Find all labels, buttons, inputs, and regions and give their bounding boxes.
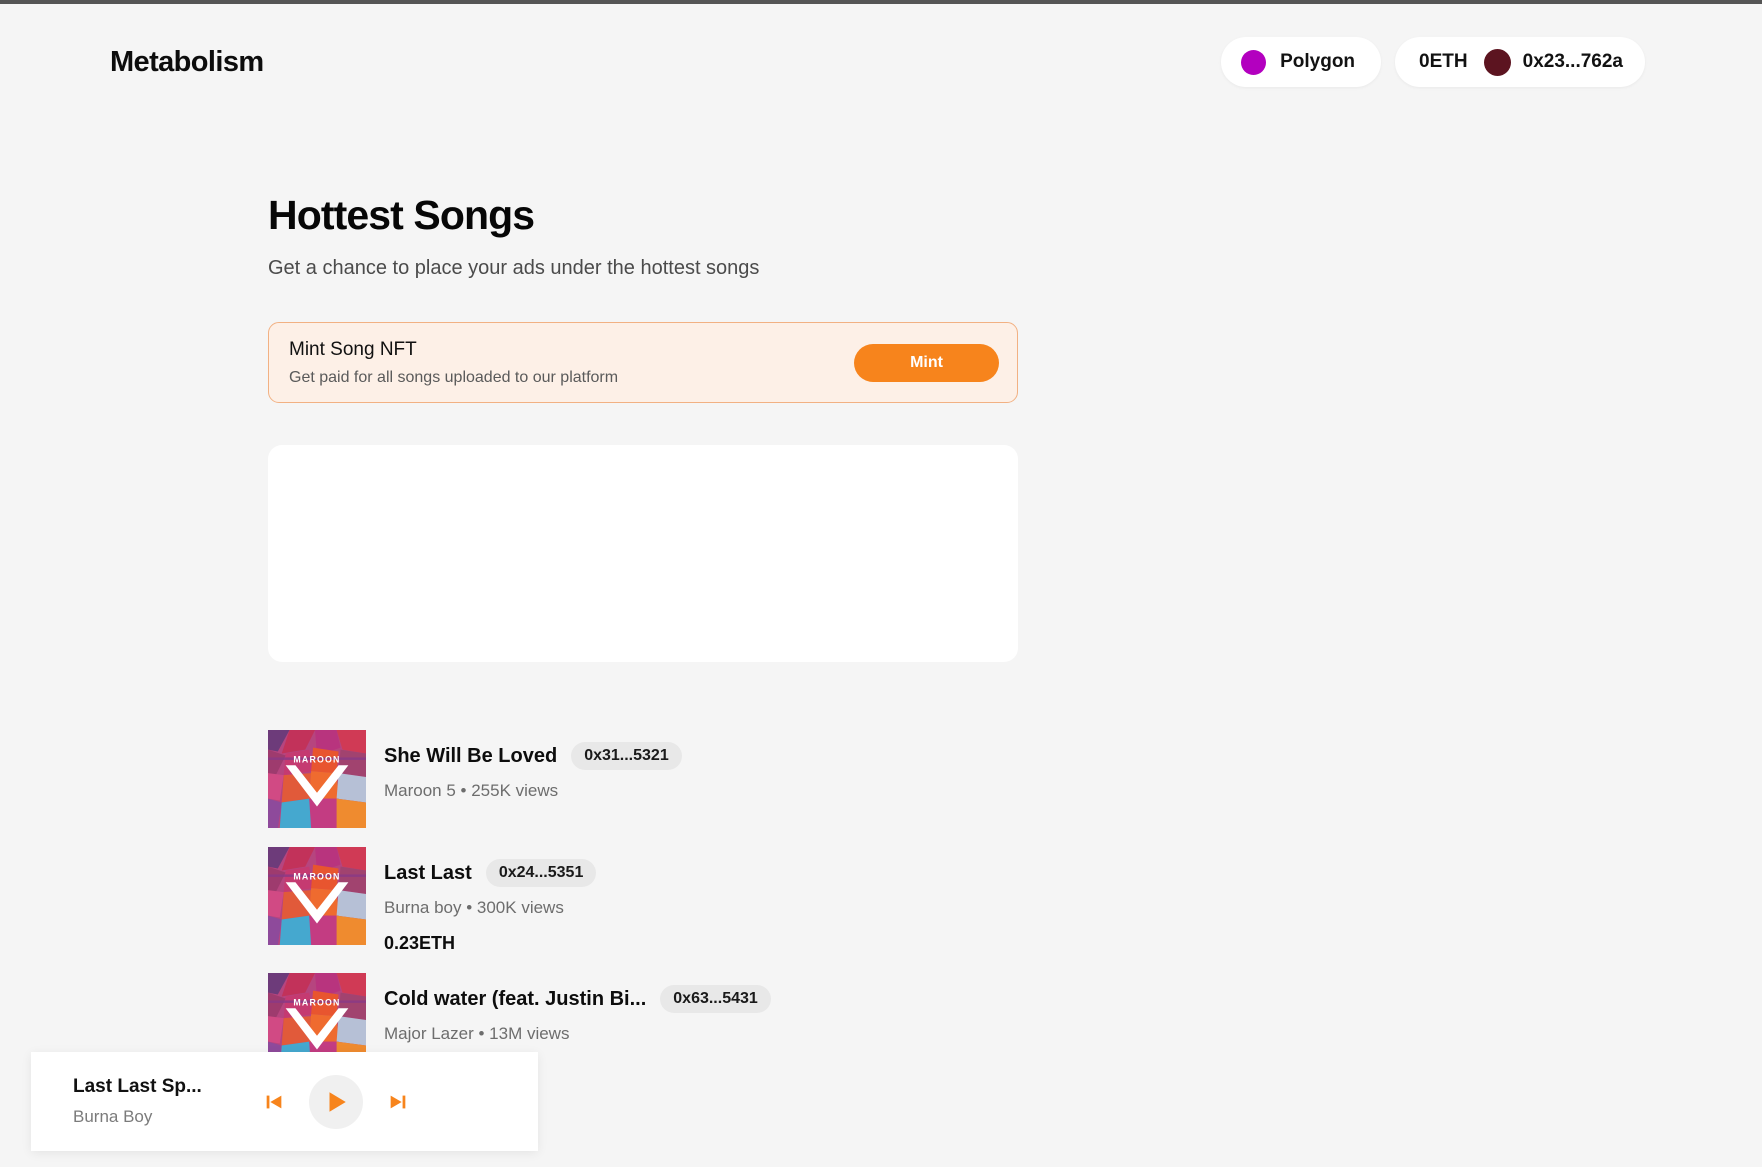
song-info: She Will Be Loved 0x31...5321 Maroon 5 •…: [384, 730, 682, 801]
song-list-item[interactable]: MAROON She Will Be Loved 0x31...5321 Mar…: [268, 730, 1028, 829]
svg-text:MAROON: MAROON: [293, 997, 340, 1007]
header-actions: Polygon 0ETH 0x23...762a: [1221, 37, 1720, 87]
song-list-item[interactable]: MAROON Last Last 0x24...5351 Burna boy •…: [268, 847, 1028, 954]
skip-next-icon[interactable]: [385, 1087, 411, 1117]
song-contract-badge[interactable]: 0x63...5431: [660, 985, 771, 1014]
wallet-avatar-icon: [1483, 48, 1511, 76]
skip-previous-icon[interactable]: [261, 1087, 287, 1117]
mint-song-nft-card: Mint Song NFT Get paid for all songs upl…: [268, 322, 1018, 404]
player-track-info: Last Last Sp... Burna Boy: [73, 1076, 261, 1127]
mint-card-description: Get paid for all songs uploaded to our p…: [289, 368, 619, 386]
wallet-address: 0x23...762a: [1522, 51, 1623, 72]
wallet-pill[interactable]: 0ETH 0x23...762a: [1395, 37, 1645, 87]
song-title: Cold water (feat. Justin Bi...: [384, 987, 647, 1010]
song-title-line: Last Last 0x24...5351: [384, 859, 597, 888]
player-track-artist: Burna Boy: [73, 1107, 153, 1126]
page-subtitle: Get a chance to place your ads under the…: [268, 257, 760, 280]
audio-player-bar: Last Last Sp... Burna Boy: [31, 1052, 538, 1151]
page-title: Hottest Songs: [268, 192, 535, 238]
ad-placeholder-panel: [268, 445, 1018, 663]
song-title: She Will Be Loved: [384, 744, 558, 767]
polygon-dot-icon: [1241, 49, 1267, 75]
play-icon[interactable]: [309, 1074, 363, 1129]
song-meta: Major Lazer • 13M views: [384, 1024, 570, 1044]
svg-text:MAROON: MAROON: [293, 871, 340, 881]
app-header: Metabolism Polygon 0ETH 0x23...762a: [0, 4, 1762, 120]
album-cover-art: MAROON: [268, 730, 366, 829]
song-price: 0.23ETH: [384, 933, 456, 954]
mint-card-text: Mint Song NFT Get paid for all songs upl…: [289, 339, 618, 387]
player-track-title: Last Last Sp...: [73, 1076, 202, 1097]
song-meta: Burna boy • 300K views: [384, 898, 564, 918]
app-brand-title: Metabolism: [110, 45, 264, 78]
svg-text:MAROON: MAROON: [293, 754, 340, 764]
song-meta: Maroon 5 • 255K views: [384, 781, 559, 801]
song-title-line: Cold water (feat. Justin Bi... 0x63...54…: [384, 985, 771, 1014]
song-title-line: She Will Be Loved 0x31...5321: [384, 742, 682, 771]
album-cover-art: MAROON: [268, 847, 366, 946]
song-contract-badge[interactable]: 0x24...5351: [485, 859, 597, 888]
wallet-balance: 0ETH: [1419, 51, 1468, 72]
song-title: Last Last: [384, 861, 472, 884]
song-info: Cold water (feat. Justin Bi... 0x63...54…: [384, 973, 771, 1044]
network-label: Polygon: [1280, 51, 1356, 72]
song-list: MAROON She Will Be Loved 0x31...5321 Mar…: [268, 730, 1028, 1072]
song-info: Last Last 0x24...5351 Burna boy • 300K v…: [384, 847, 597, 954]
network-selector-pill[interactable]: Polygon: [1221, 37, 1382, 87]
main-content: Hottest Songs Get a chance to place your…: [268, 192, 1028, 1072]
mint-card-title: Mint Song NFT: [289, 338, 417, 360]
mint-button[interactable]: Mint: [854, 343, 999, 382]
song-contract-badge[interactable]: 0x31...5321: [571, 742, 682, 771]
player-controls: [261, 1074, 411, 1129]
